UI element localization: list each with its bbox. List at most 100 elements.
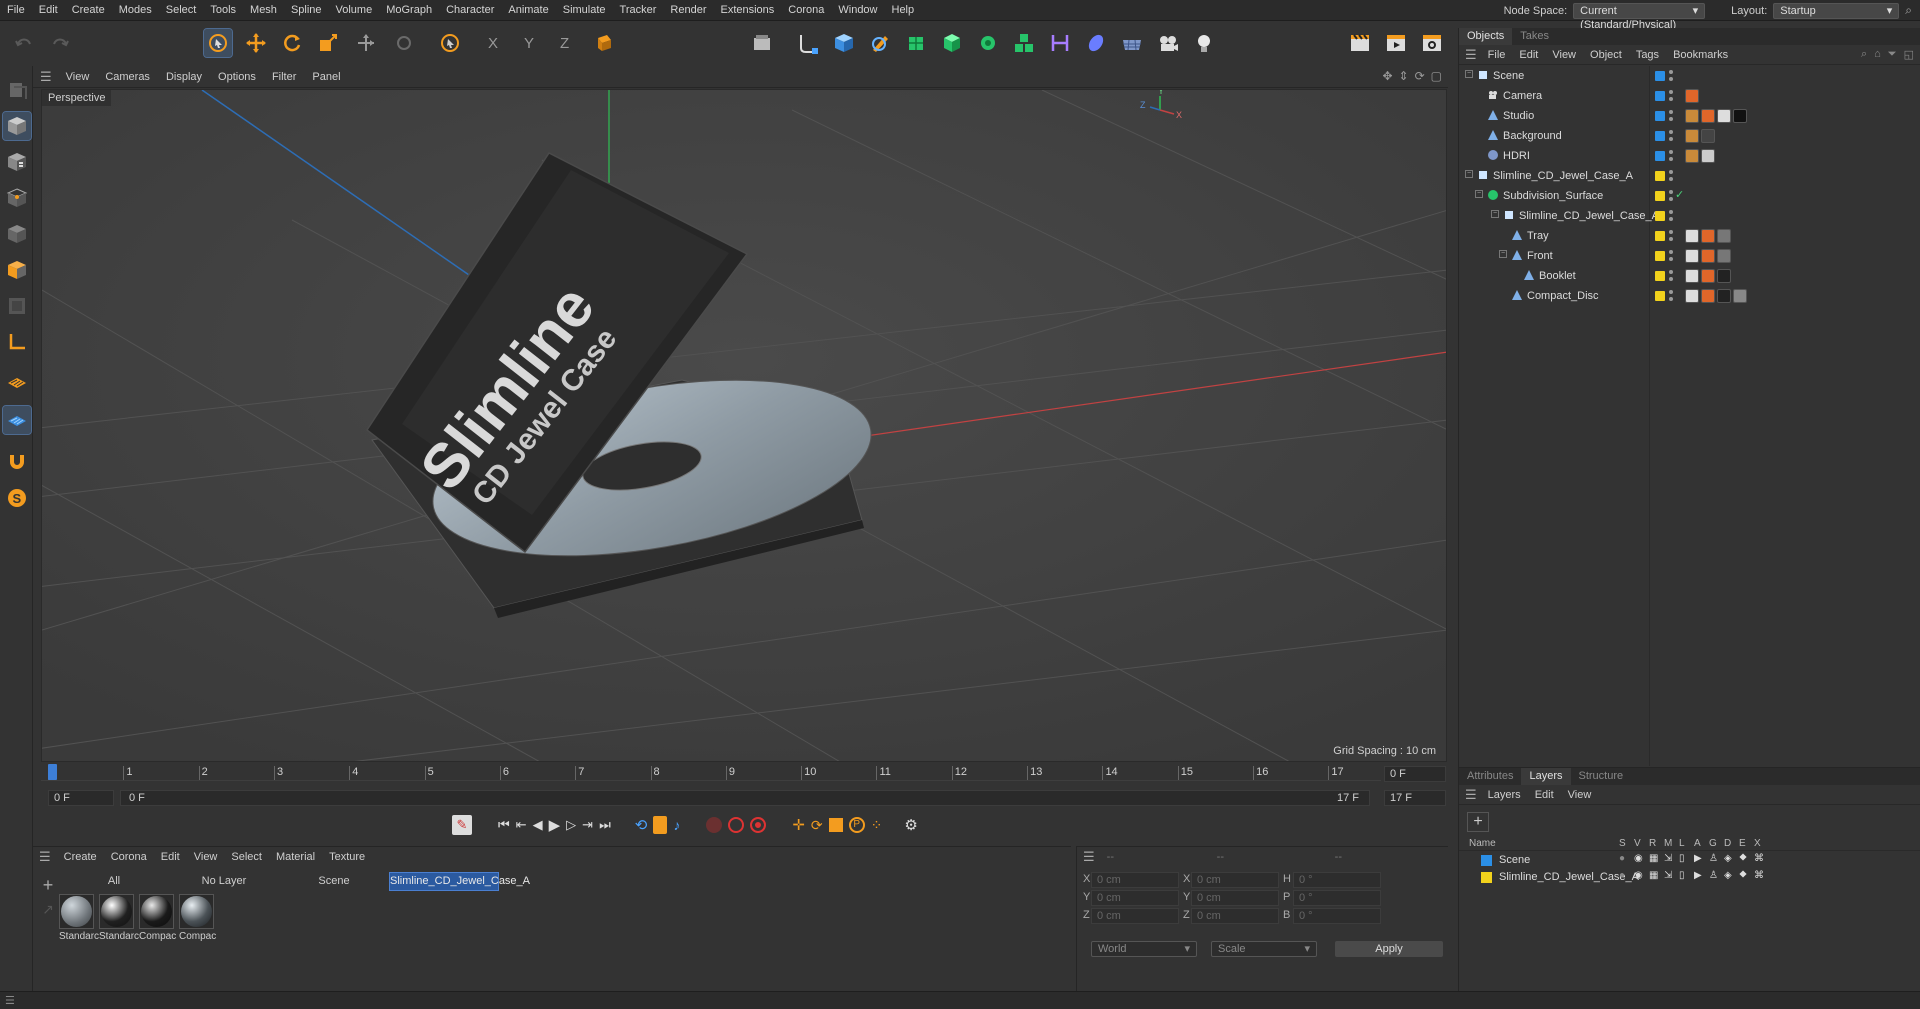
material-filter-slimline-cd-jewel-case-a[interactable]: Slimline_CD_Jewel_Case_A [389,872,530,891]
tag-icon[interactable] [1685,149,1699,163]
tag-icon[interactable] [1685,269,1699,283]
layer-column-m[interactable]: M [1664,838,1672,849]
transform-icon[interactable] [352,29,380,57]
field-icon[interactable] [1082,29,1110,57]
object-row-hdri[interactable]: HDRI [1459,146,1920,166]
layer-toggle-icon[interactable]: ⌘ [1754,853,1764,864]
menu-character[interactable]: Character [439,0,501,21]
scale-icon[interactable] [314,29,342,57]
tag-icon[interactable] [1701,269,1715,283]
object-color-swatch[interactable] [1655,171,1665,181]
x-axis-lock-icon[interactable]: X [482,29,510,57]
object-color-swatch[interactable] [1655,211,1665,221]
render-view-icon[interactable] [1346,29,1374,57]
object-row-front[interactable]: − Front [1459,246,1920,266]
uv-mode-icon[interactable] [3,292,31,320]
key-position-icon[interactable]: ✛ [792,816,805,834]
floor-icon[interactable] [1118,29,1146,57]
menu-animate[interactable]: Animate [501,0,555,21]
expand-icon[interactable]: − [1465,170,1473,178]
tag-icon[interactable] [1717,229,1731,243]
layers-menu-layers[interactable]: Layers [1481,789,1528,801]
undo-icon[interactable] [10,29,38,57]
tag-icon[interactable] [1685,129,1699,143]
material-menu-material[interactable]: Material [269,851,322,863]
layer-row-scene[interactable]: Scene ● ◉ ▦ ⇲ ▯ ▶ ♙ ◈ ⯁ ⌘ [1459,852,1920,869]
add-material-icon[interactable]: + [37,875,59,895]
layer-row-slimline-cd-jewel-case-a[interactable]: Slimline_CD_Jewel_Case_A ● ◉ ▦ ⇲ ▯ ▶ ♙ ◈ ⯁ ⌘ [1459,869,1920,886]
tab-structure[interactable]: Structure [1571,768,1632,785]
make-editable-icon[interactable] [3,76,31,104]
object-row-studio[interactable]: Studio [1459,106,1920,126]
menu-extensions[interactable]: Extensions [713,0,781,21]
z-axis-lock-icon[interactable]: Z [554,29,582,57]
spline-pen-icon[interactable] [794,29,822,57]
viewport-menu-cameras[interactable]: Cameras [97,71,158,83]
tag-icon[interactable] [1701,109,1715,123]
menu-create[interactable]: Create [65,0,112,21]
frame-rate-icon[interactable] [653,816,668,834]
material-item[interactable]: Standarc [99,894,139,942]
object-color-swatch[interactable] [1655,251,1665,261]
expand-icon[interactable]: − [1465,70,1473,78]
tab-objects[interactable]: Objects [1459,28,1513,45]
material-menu-edit[interactable]: Edit [154,851,187,863]
search-icon[interactable]: ⌕ [1861,48,1867,61]
viewport-menu-display[interactable]: Display [158,71,210,83]
menu-file[interactable]: File [0,0,32,21]
coord-rotation-field[interactable]: 0 ° [1293,908,1381,924]
extrude-icon[interactable] [938,29,966,57]
toggle-view-icon[interactable]: ▢ [1431,69,1442,83]
viewport-menu-filter[interactable]: Filter [264,71,304,83]
key-rotation-icon[interactable]: ⟳ [811,817,823,834]
arrow-icon[interactable]: ↗ [37,901,59,921]
material-menu-texture[interactable]: Texture [322,851,372,863]
redo-icon[interactable] [46,29,74,57]
menu-select[interactable]: Select [159,0,204,21]
menu-volume[interactable]: Volume [329,0,380,21]
menu-window[interactable]: Window [831,0,884,21]
menu-render[interactable]: Render [663,0,713,21]
objects-menu-edit[interactable]: Edit [1512,49,1545,61]
soft-selection-icon[interactable]: S [3,484,31,512]
layer-toggle-icon[interactable]: ▯ [1679,853,1685,864]
move-view-icon[interactable]: ✥ [1382,69,1392,83]
layer-toggle-icon[interactable]: ⯁ [1739,853,1747,864]
visibility-dots-icon[interactable] [1669,130,1673,142]
tag-icon[interactable] [1701,229,1715,243]
timeline-ruler[interactable]: 01234567891011121314151617 [41,763,1381,781]
layer-toggle-icon[interactable]: ⯁ [1739,870,1747,881]
layer-column-e[interactable]: E [1739,838,1746,849]
layer-toggle-icon[interactable]: ▦ [1649,870,1658,881]
hamburger-icon[interactable]: ☰ [39,849,51,865]
object-row-compact-disc[interactable]: Compact_Disc [1459,286,1920,306]
key-scale-icon[interactable] [828,818,843,832]
playhead-marker[interactable] [48,764,57,780]
coord-position-field[interactable]: 0 cm [1091,890,1179,906]
object-row-camera[interactable]: Camera [1459,86,1920,106]
mograph-cubes-icon[interactable] [1010,29,1038,57]
model-mode-icon[interactable] [2,111,32,141]
menu-tracker[interactable]: Tracker [613,0,664,21]
visibility-dots-icon[interactable] [1669,230,1673,242]
deformer-icon[interactable] [1046,29,1074,57]
start-frame-field[interactable]: 0 F [48,790,114,806]
objects-menu-object[interactable]: Object [1583,49,1629,61]
points-mode-icon[interactable] [3,184,31,212]
object-color-swatch[interactable] [1655,131,1665,141]
object-color-swatch[interactable] [1655,71,1665,81]
key-param-icon[interactable]: P [848,817,865,833]
record-keys-icon[interactable]: ✎ [452,815,472,835]
menu-corona[interactable]: Corona [781,0,831,21]
layer-toggle-icon[interactable]: ▦ [1649,853,1658,864]
tag-icon[interactable] [1685,109,1699,123]
texture-mode-icon[interactable] [3,148,31,176]
object-row-booklet[interactable]: Booklet [1459,266,1920,286]
cloner-icon[interactable] [974,29,1002,57]
layer-toggle-icon[interactable]: ◈ [1724,870,1732,881]
layout-dropdown[interactable]: Startup ▾ [1773,2,1900,19]
layer-column-g[interactable]: G [1709,838,1717,849]
layer-toggle-icon[interactable]: ⇲ [1664,853,1672,864]
tag-icon[interactable] [1701,289,1715,303]
visibility-dots-icon[interactable] [1669,190,1673,202]
